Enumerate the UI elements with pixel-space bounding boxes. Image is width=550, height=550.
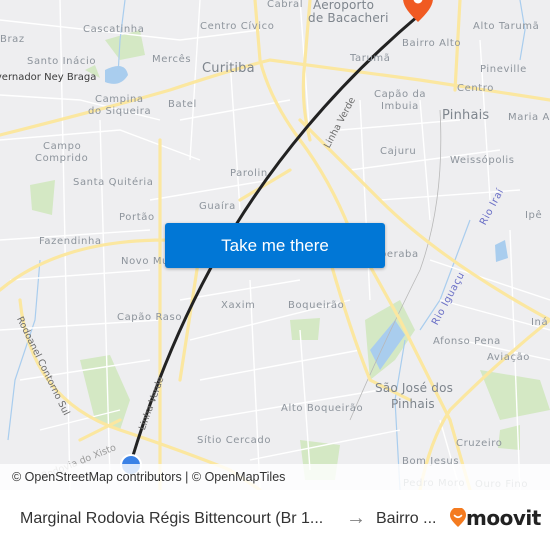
map-label-braz: Braz xyxy=(0,34,25,45)
map-label-fazendinha: Fazendinha xyxy=(39,236,102,247)
map-label-curitiba: Curitiba xyxy=(202,61,255,76)
map-label-governador-ney-braga: Governador Ney Braga xyxy=(0,72,97,83)
footer: Marginal Rodovia Régis Bittencourt (Br 1… xyxy=(0,490,550,550)
map-label-santa-quiteria: Santa Quitéria xyxy=(73,177,154,188)
lake xyxy=(495,240,508,262)
map-label-sao-jose-dos-pinhais: São José dos xyxy=(375,381,454,395)
map-label-imbuia: Imbuia xyxy=(381,101,419,112)
map-label-cajuru: Cajuru xyxy=(380,146,417,157)
map-label-centro-civico: Centro Cívico xyxy=(200,21,275,32)
road xyxy=(178,248,202,382)
map[interactable]: Cabral Aeroporto de Bacacheri Braz Casca… xyxy=(0,0,550,490)
map-label-parolin: Parolin xyxy=(230,168,268,179)
map-label-guaira: Guaíra xyxy=(199,201,236,212)
map-label-alto-taruma: Alto Tarumã xyxy=(473,21,540,32)
map-label-capao-raso: Capão Raso xyxy=(117,312,183,323)
map-label-aviacao: Aviação xyxy=(487,352,531,363)
map-label-portao: Portão xyxy=(119,212,155,223)
park xyxy=(30,180,55,215)
map-label-centro: Centro xyxy=(457,83,495,94)
map-label-afonso-pena: Afonso Pena xyxy=(433,336,501,347)
map-label-do-siqueira: do Siqueira xyxy=(88,106,152,117)
map-attribution[interactable]: © OpenStreetMap contributors | © OpenMap… xyxy=(0,464,550,490)
map-label-taruma: Tarumã xyxy=(350,53,391,64)
origin-stop-name: Marginal Rodovia Régis Bittencourt (Br 1… xyxy=(20,510,324,527)
map-label-pineville: Pineville xyxy=(480,64,527,75)
map-label-de-bacacheri: de Bacacheri xyxy=(308,11,389,25)
map-label-capao-da: Capão da xyxy=(374,89,427,100)
arrow-right-icon: → xyxy=(346,507,366,529)
map-label-comprido: Comprido xyxy=(35,153,89,164)
map-label-cruzeiro: Cruzeiro xyxy=(456,438,503,449)
map-label-pinhais: Pinhais xyxy=(442,108,490,123)
park xyxy=(290,318,320,340)
destination-name: Bairro ... xyxy=(376,510,437,527)
map-label-maria-an: Maria An xyxy=(508,112,550,123)
moovit-pin-icon xyxy=(450,508,466,527)
map-label-ina: Iná xyxy=(531,317,549,328)
map-label-sitio-cercado: Sítio Cercado xyxy=(197,435,272,446)
map-label-alto-boqueirao: Alto Boqueirão xyxy=(281,403,364,414)
map-label-batel: Batel xyxy=(168,99,197,110)
map-label-weissopolis: Weissópolis xyxy=(450,155,515,166)
map-label-cabral: Cabral xyxy=(267,0,304,10)
map-label-ipe: Ipê xyxy=(525,210,543,221)
map-label-boqueirao: Boqueirão xyxy=(288,300,345,311)
moovit-wordmark: moovit xyxy=(466,506,541,530)
map-label-campo: Campo xyxy=(43,141,82,152)
map-label-pinhais-sjp: Pinhais xyxy=(391,397,435,411)
map-label-merces: Mercês xyxy=(152,54,192,65)
destination-marker xyxy=(403,0,433,22)
take-me-there-button[interactable]: Take me there xyxy=(165,223,385,268)
map-label-campina: Campina xyxy=(95,94,144,105)
map-label-cascatinha: Cascatinha xyxy=(83,24,145,35)
map-label-xaxim: Xaxim xyxy=(221,300,256,311)
map-label-bairro-alto: Bairro Alto xyxy=(402,38,462,49)
map-label-santo-inacio: Santo Inácio xyxy=(27,56,97,67)
moovit-logo[interactable]: moovit xyxy=(450,506,541,530)
lake xyxy=(105,66,128,84)
